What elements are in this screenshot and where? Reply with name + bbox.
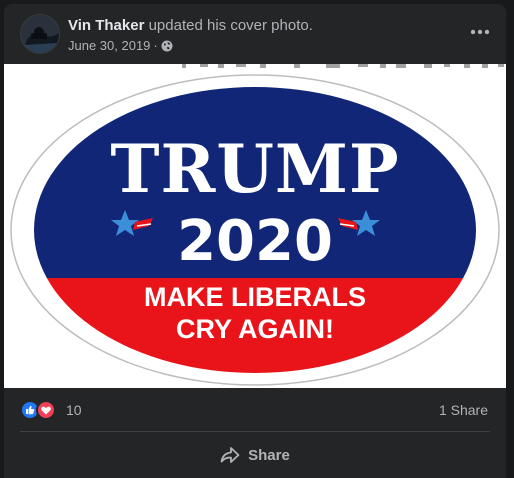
share-arrow-icon [220,447,240,463]
action-divider [20,431,490,432]
globe-icon[interactable] [161,40,173,52]
meta-separator: · [153,38,158,53]
trump-2020-bumper-sticker: TRUMP 2020 MAKE LIBERALS CRY AGAIN! [10,64,504,386]
share-label: Share [248,446,290,464]
reaction-icons[interactable] [20,400,60,420]
share-button[interactable]: Share [20,436,490,474]
post-card: Vin Thaker updated his cover photo. June… [4,4,506,478]
year-text: 2020 [177,209,333,274]
trump-text: TRUMP [110,130,399,208]
more-options-button[interactable] [466,20,494,44]
post-date[interactable]: June 30, 2019 [68,38,150,54]
avatar[interactable] [20,14,60,54]
post-meta: June 30, 2019 · [68,38,173,54]
post-header: Vin Thaker updated his cover photo. June… [4,4,506,62]
slogan-line-2: CRY AGAIN! [176,314,334,344]
avatar-image [21,15,59,53]
love-icon [36,400,56,420]
post-action-text: updated his cover photo. [148,17,313,34]
reactions-bar: 10 1 Share [4,396,506,424]
reaction-count[interactable]: 10 [66,402,82,418]
share-count[interactable]: 1 Share [439,402,488,418]
author-line: Vin Thaker updated his cover photo. [68,17,313,35]
cover-photo[interactable]: TRUMP 2020 MAKE LIBERALS CRY AGAIN! [4,64,506,388]
author-name[interactable]: Vin Thaker [68,17,144,34]
slogan-line-1: MAKE LIBERALS [144,282,366,312]
ellipsis-icon [470,29,490,35]
